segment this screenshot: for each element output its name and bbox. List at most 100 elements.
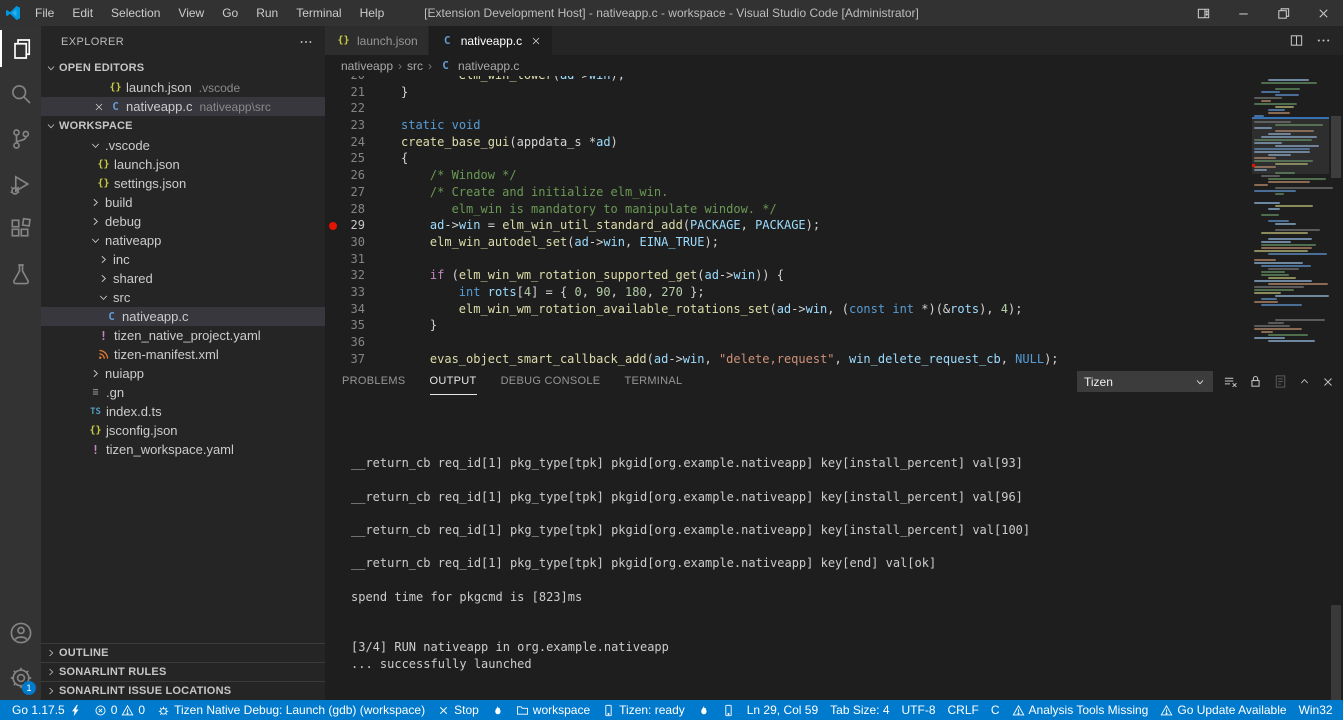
clear-output-icon[interactable] <box>1223 374 1238 389</box>
statusbar-encoding[interactable]: UTF-8 <box>896 700 942 720</box>
menu-selection[interactable]: Selection <box>102 0 169 26</box>
close-editor-icon[interactable] <box>91 101 107 113</box>
statusbar-eol[interactable]: CRLF <box>942 700 985 720</box>
statusbar-tizen-ready[interactable]: Tizen: ready <box>596 700 691 720</box>
activitybar-extensions[interactable] <box>0 206 41 251</box>
tree-item-shared[interactable]: shared <box>41 269 325 288</box>
statusbar-go-update[interactable]: Go Update Available <box>1154 700 1292 720</box>
gutter[interactable]: 28 <box>325 201 383 218</box>
tree-item-nuiapp[interactable]: nuiapp <box>41 364 325 383</box>
activitybar-run-and-debug[interactable] <box>0 161 41 206</box>
statusbar-cursor-position[interactable]: Ln 29, Col 59 <box>741 700 824 720</box>
gutter[interactable]: 29 <box>325 217 383 234</box>
menu-terminal[interactable]: Terminal <box>287 0 350 26</box>
code-editor[interactable]: 20 elm_win_lower(ad->win);21}2223static … <box>325 76 1343 368</box>
gutter[interactable]: 33 <box>325 284 383 301</box>
panel-tab-output[interactable]: OUTPUT <box>430 368 477 395</box>
gutter[interactable]: 23 <box>325 117 383 134</box>
menu-view[interactable]: View <box>169 0 213 26</box>
statusbar-tab-size[interactable]: Tab Size: 4 <box>824 700 895 720</box>
panel-tab-terminal[interactable]: TERMINAL <box>624 368 682 395</box>
menu-help[interactable]: Help <box>351 0 394 26</box>
tab-launch-json[interactable]: {}launch.json <box>325 26 429 55</box>
tree-item-tizen-manifest-xml[interactable]: tizen-manifest.xml <box>41 345 325 364</box>
panel-tab-debug-console[interactable]: DEBUG CONSOLE <box>501 368 601 395</box>
breakpoint-icon[interactable] <box>325 222 341 230</box>
gutter[interactable]: 36 <box>325 334 383 351</box>
tree-item-inc[interactable]: inc <box>41 250 325 269</box>
statusbar-flame-left[interactable] <box>485 700 510 720</box>
statusbar-stop[interactable]: Stop <box>431 700 485 720</box>
activitybar-settings[interactable]: 1 <box>0 655 41 700</box>
editor-scrollbar[interactable] <box>1329 76 1343 368</box>
tree-item-debug[interactable]: debug <box>41 212 325 231</box>
gutter[interactable]: 32 <box>325 267 383 284</box>
menu-go[interactable]: Go <box>213 0 247 26</box>
close-panel-icon[interactable] <box>1321 375 1335 389</box>
open-editor-item[interactable]: Cnativeapp.cnativeapp\src <box>41 97 325 116</box>
tree-item-tizen-native-project-yaml[interactable]: !tizen_native_project.yaml <box>41 326 325 345</box>
lock-scroll-icon[interactable] <box>1248 374 1263 389</box>
tree-item-tizen-workspace-yaml[interactable]: !tizen_workspace.yaml <box>41 440 325 459</box>
gutter[interactable]: 27 <box>325 184 383 201</box>
gutter[interactable]: 31 <box>325 251 383 268</box>
open-editors-header[interactable]: OPEN EDITORS <box>41 58 325 78</box>
breadcrumb[interactable]: nativeapp›src›Cnativeapp.c <box>325 55 1343 76</box>
tree-item--vscode[interactable]: .vscode <box>41 136 325 155</box>
minimize-button[interactable] <box>1223 0 1263 26</box>
activitybar-accounts[interactable] <box>0 610 41 655</box>
minimap-slider[interactable] <box>1252 118 1329 174</box>
section-outline[interactable]: OUTLINE <box>41 643 325 662</box>
activitybar-search[interactable] <box>0 71 41 116</box>
breadcrumb-item[interactable]: src <box>407 59 423 73</box>
tree-item--gn[interactable]: ≡.gn <box>41 383 325 402</box>
tree-item-nativeapp[interactable]: nativeapp <box>41 231 325 250</box>
activitybar-source-control[interactable] <box>0 116 41 161</box>
tree-item-launch-json[interactable]: {}launch.json <box>41 155 325 174</box>
layout-icon[interactable] <box>1183 0 1223 26</box>
editor-more-actions-icon[interactable] <box>1316 33 1331 48</box>
tab-nativeapp-c[interactable]: Cnativeapp.c <box>429 26 553 55</box>
workspace-header[interactable]: WORKSPACE <box>41 116 325 136</box>
menu-edit[interactable]: Edit <box>63 0 102 26</box>
close-window-button[interactable] <box>1303 0 1343 26</box>
statusbar-workspace-folder[interactable]: workspace <box>510 700 596 720</box>
statusbar-language-mode[interactable]: C <box>985 700 1006 720</box>
gutter[interactable]: 20 <box>325 76 383 84</box>
close-tab-icon[interactable] <box>530 35 542 47</box>
tree-item-nativeapp-c[interactable]: Cnativeapp.c <box>41 307 325 326</box>
tree-item-settings-json[interactable]: {}settings.json <box>41 174 325 193</box>
gutter[interactable]: 35 <box>325 317 383 334</box>
activitybar-testing[interactable] <box>0 251 41 296</box>
statusbar-platform[interactable]: Win32 <box>1293 700 1339 720</box>
statusbar-flame-right[interactable] <box>691 700 716 720</box>
gutter[interactable]: 26 <box>325 167 383 184</box>
tree-item-index-d-ts[interactable]: TSindex.d.ts <box>41 402 325 421</box>
tree-item-src[interactable]: src <box>41 288 325 307</box>
gutter[interactable]: 21 <box>325 84 383 101</box>
gutter[interactable]: 25 <box>325 150 383 167</box>
open-output-in-editor-icon[interactable] <box>1273 374 1288 389</box>
panel-tab-problems[interactable]: PROBLEMS <box>342 368 406 395</box>
statusbar-go-version[interactable]: Go 1.17.5 <box>6 700 88 720</box>
more-actions-icon[interactable] <box>299 35 313 49</box>
breadcrumb-item[interactable]: nativeapp <box>341 59 393 73</box>
tree-item-jsconfig-json[interactable]: {}jsconfig.json <box>41 421 325 440</box>
open-editor-item[interactable]: {}launch.json.vscode <box>41 78 325 97</box>
tree-item-build[interactable]: build <box>41 193 325 212</box>
menu-file[interactable]: File <box>26 0 63 26</box>
section-sonarlint-rules[interactable]: SONARLINT RULES <box>41 662 325 681</box>
section-sonarlint-issue-locations[interactable]: SONARLINT ISSUE LOCATIONS <box>41 681 325 700</box>
breadcrumb-item[interactable]: nativeapp.c <box>458 59 519 73</box>
statusbar-problems[interactable]: 00 <box>88 700 151 720</box>
panel-scrollbar[interactable] <box>1331 605 1341 700</box>
gutter[interactable]: 30 <box>325 234 383 251</box>
restore-button[interactable] <box>1263 0 1303 26</box>
menu-run[interactable]: Run <box>247 0 287 26</box>
output-console[interactable]: __return_cb req_id[1] pkg_type[tpk] pkgi… <box>325 395 1343 700</box>
gutter[interactable]: 24 <box>325 134 383 151</box>
maximize-panel-icon[interactable] <box>1298 375 1311 388</box>
output-channel-select[interactable]: Tizen <box>1077 371 1213 392</box>
statusbar-device[interactable] <box>716 700 741 720</box>
statusbar-debug-launch[interactable]: Tizen Native Debug: Launch (gdb) (worksp… <box>151 700 431 720</box>
